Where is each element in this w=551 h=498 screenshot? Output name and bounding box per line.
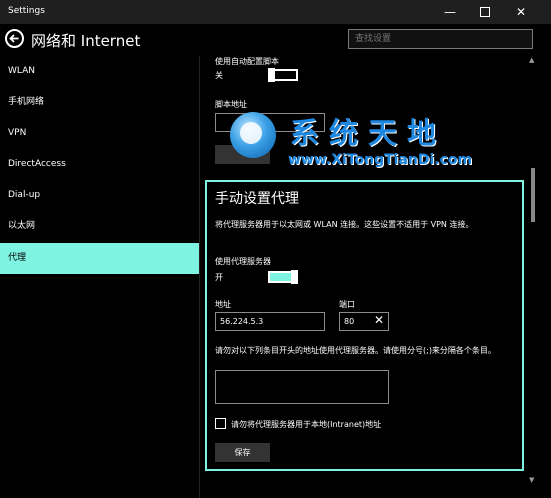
scroll-down-icon[interactable]: ▼ [529, 476, 534, 484]
sidebar-item-wlan[interactable]: WLAN [0, 56, 199, 87]
back-arrow-icon [9, 34, 19, 43]
sidebar-item-dialup[interactable]: Dial-up [0, 180, 199, 211]
back-button[interactable] [5, 29, 24, 48]
save-button[interactable]: 保存 [215, 443, 270, 462]
page-header: 网络和 Internet [0, 24, 551, 56]
scroll-thumb[interactable] [531, 168, 535, 222]
search-box[interactable] [348, 29, 533, 49]
watermark-logo-icon [230, 112, 276, 158]
scroll-up-icon[interactable]: ▲ [529, 56, 534, 64]
maximize-icon [480, 7, 490, 17]
toggle-knob [268, 68, 275, 82]
watermark: 系统天地 www.XiTongTianDi.com [230, 108, 530, 172]
auto-script-toggle[interactable] [268, 68, 298, 82]
clear-port-icon[interactable]: ✕ [374, 313, 384, 327]
local-bypass-checkbox[interactable] [215, 418, 226, 429]
window-title: Settings [8, 6, 45, 16]
auto-script-label: 使用自动配置脚本 [215, 57, 279, 66]
sidebar-item-proxy[interactable]: 代理 [0, 243, 199, 274]
use-proxy-label: 使用代理服务器 [215, 257, 271, 266]
page-title: 网络和 Internet [31, 32, 141, 50]
use-proxy-state: 开 [215, 273, 223, 282]
address-label: 地址 [215, 300, 231, 309]
auto-script-state: 关 [215, 71, 223, 80]
close-button[interactable]: ✕ [504, 0, 538, 24]
port-label: 端口 [339, 300, 355, 309]
toggle-knob [291, 270, 298, 284]
maximize-button[interactable] [468, 0, 502, 24]
port-value: 80 [344, 317, 355, 326]
use-proxy-toggle[interactable] [268, 270, 298, 284]
minimize-button[interactable]: — [433, 0, 467, 24]
local-bypass-label: 请勿将代理服务器用于本地(Intranet)地址 [231, 420, 382, 429]
sidebar-item-vpn[interactable]: VPN [0, 118, 199, 149]
scrollbar[interactable]: ▲ ▼ [529, 56, 537, 486]
sidebar-item-directaccess[interactable]: DirectAccess [0, 149, 199, 180]
sidebar-item-cellular[interactable]: 手机网络 [0, 87, 199, 118]
sidebar: WLAN 手机网络 VPN DirectAccess Dial-up 以太网 代… [0, 56, 199, 498]
sidebar-item-ethernet[interactable]: 以太网 [0, 211, 199, 242]
watermark-cn-text: 系统天地 [290, 116, 447, 150]
search-input[interactable] [349, 30, 532, 48]
title-bar: Settings — ✕ [0, 0, 551, 24]
manual-proxy-description: 将代理服务器用于以太网或 WLAN 连接。这些设置不适用于 VPN 连接。 [215, 220, 474, 229]
exceptions-label: 请勿对以下列条目开头的地址使用代理服务器。请使用分号(;)来分隔各个条目。 [215, 346, 496, 355]
exceptions-textarea[interactable] [215, 370, 389, 404]
manual-proxy-heading: 手动设置代理 [215, 191, 299, 207]
proxy-address-input[interactable]: 56.224.5.3 [215, 312, 325, 331]
watermark-en-text: www.XiTongTianDi.com [288, 152, 473, 168]
